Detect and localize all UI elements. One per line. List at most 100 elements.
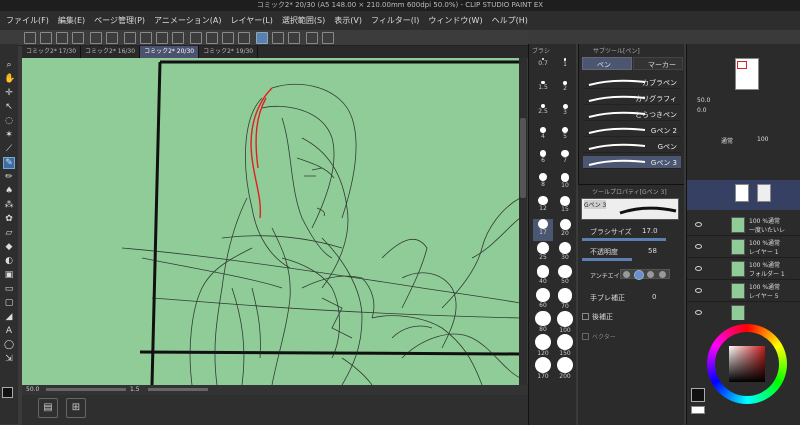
correction-icon[interactable]: ⇲ (4, 354, 14, 364)
brush-size-40[interactable]: 40 (533, 265, 553, 287)
brush-icon[interactable]: ♠ (4, 186, 14, 196)
layer-row[interactable]: 100 %通常 一度いたいレ (687, 214, 800, 236)
brush-size-1.5[interactable]: 1.5 (533, 81, 553, 103)
wand-icon[interactable]: ✶ (4, 130, 14, 140)
brush-item[interactable]: カブラペン (583, 76, 681, 89)
airbrush-icon[interactable]: ⁂ (4, 200, 14, 210)
main-color-chip[interactable] (691, 388, 705, 402)
angle-slider[interactable] (148, 388, 208, 391)
zoom-slider[interactable] (46, 388, 126, 391)
tab-page-19[interactable]: コミック2* 19/30 (199, 46, 259, 58)
brush-size-3[interactable]: 3 (555, 104, 575, 126)
eraser-icon[interactable]: ▱ (4, 228, 14, 238)
antialias-selector[interactable] (620, 269, 670, 280)
vector-checkbox[interactable] (582, 333, 589, 340)
decoration-icon[interactable]: ✿ (4, 214, 14, 224)
page-layout-icon[interactable]: ▤ (38, 398, 58, 418)
undo-icon[interactable] (90, 32, 102, 44)
open-icon[interactable] (40, 32, 52, 44)
brush-size-7[interactable]: 7 (555, 150, 575, 172)
balloon-icon[interactable]: ◯ (4, 340, 14, 350)
navigator-zoom[interactable]: 50.0 (697, 97, 710, 104)
layer-row[interactable]: 100 %通常 レイヤー 1 (687, 236, 800, 258)
brush-size-15[interactable]: 15 (555, 196, 575, 218)
tab-page-16[interactable]: コミック2* 16/30 (81, 46, 141, 58)
hand-icon[interactable]: ✋ (4, 74, 15, 84)
zoom-icon[interactable]: ⌕ (4, 60, 14, 70)
menu-animation[interactable]: アニメーション(A) (154, 15, 221, 26)
snap-icon[interactable] (190, 32, 202, 44)
tab-marker[interactable]: マーカー (633, 57, 683, 70)
brush-size-0.7[interactable]: 0.7 (533, 58, 553, 80)
stabilizer-icon-3[interactable] (288, 32, 300, 44)
brush-item[interactable]: Gペン 3 (583, 156, 681, 169)
layer-row[interactable]: 100 %通常 レイヤー 5 (687, 280, 800, 302)
brush-size-150[interactable]: 150 (555, 334, 575, 357)
view-icon[interactable] (322, 32, 334, 44)
brush-size-4[interactable]: 4 (533, 127, 553, 149)
main-color-swatch[interactable] (2, 387, 18, 403)
menu-file[interactable]: ファイル(F) (6, 15, 49, 26)
brush-size-120[interactable]: 120 (533, 334, 553, 357)
brush-size-1[interactable]: 1 (555, 58, 575, 80)
layer-opacity-value[interactable]: 100 (757, 136, 768, 143)
brush-size-170[interactable]: 170 (533, 357, 553, 380)
eye-icon[interactable] (695, 244, 702, 249)
pen-icon[interactable]: ✎ (3, 157, 15, 169)
page-view-icon[interactable]: ⊞ (66, 398, 86, 418)
brush-size-60[interactable]: 60 (533, 288, 553, 310)
stabilizer-icon-2[interactable] (272, 32, 284, 44)
brush-size-17[interactable]: 17 (533, 219, 553, 241)
menu-layer[interactable]: レイヤー(L) (230, 15, 272, 26)
tab-page-17[interactable]: コミック2* 17/30 (22, 46, 82, 58)
deselect-icon[interactable] (124, 32, 136, 44)
brush-size-8[interactable]: 8 (533, 173, 553, 195)
eye-icon[interactable] (695, 266, 702, 271)
clear-icon[interactable] (140, 32, 152, 44)
menu-window[interactable]: ウィンドウ(W) (428, 15, 482, 26)
opacity-slider[interactable] (582, 258, 632, 261)
eyedropper-icon[interactable]: ⟋ (4, 144, 14, 154)
sub-color-chip[interactable] (691, 406, 705, 414)
opacity-value[interactable]: 58 (648, 247, 657, 255)
brush-item[interactable]: Gペン 2 (583, 124, 681, 137)
brush-size-6[interactable]: 6 (533, 150, 553, 172)
brush-size-2[interactable]: 2 (555, 81, 575, 103)
angle-value[interactable]: 1.5 (130, 385, 140, 395)
menu-view[interactable]: 表示(V) (334, 15, 362, 26)
menu-filter[interactable]: フィルター(I) (371, 15, 419, 26)
brush-size-2.5[interactable]: 2.5 (533, 104, 553, 126)
zoom-value[interactable]: 50.0 (26, 385, 39, 395)
brush-size-value[interactable]: 17.0 (642, 227, 658, 235)
brush-item[interactable]: カリグラフィ (583, 92, 681, 105)
gradient-icon[interactable]: ▣ (4, 270, 14, 280)
canvas-scrollbar[interactable] (519, 58, 527, 385)
brush-size-slider[interactable] (582, 238, 666, 241)
fill-icon[interactable] (156, 32, 168, 44)
stabilizer-icon-1[interactable] (256, 32, 268, 44)
text-icon[interactable]: A (4, 326, 14, 336)
lock-icon[interactable] (306, 32, 318, 44)
figure-icon[interactable]: ▭ (4, 284, 14, 294)
save-icon[interactable] (56, 32, 68, 44)
brush-item[interactable]: Gペン (583, 140, 681, 153)
redo-icon[interactable] (106, 32, 118, 44)
blend-mode-select[interactable]: 通常 (721, 136, 733, 145)
eye-icon[interactable] (695, 310, 702, 315)
lasso-icon[interactable]: ◌ (4, 116, 14, 126)
tab-page-20[interactable]: コミック2* 20/30 (140, 46, 200, 58)
brush-size-30[interactable]: 30 (555, 242, 575, 264)
hand-correction-value[interactable]: 0 (652, 293, 656, 301)
transform-icon[interactable] (172, 32, 184, 44)
brush-item[interactable]: とらつきペン (583, 108, 681, 121)
brush-size-12[interactable]: 12 (533, 196, 553, 218)
new-icon[interactable] (24, 32, 36, 44)
brush-size-50[interactable]: 50 (555, 265, 575, 287)
eye-icon[interactable] (695, 222, 702, 227)
menu-help[interactable]: ヘルプ(H) (492, 15, 528, 26)
menu-selection[interactable]: 選択範囲(S) (282, 15, 325, 26)
pencil-icon[interactable]: ✏ (4, 172, 14, 182)
navigator-angle[interactable]: 0.0 (697, 107, 707, 114)
eye-icon[interactable] (695, 288, 702, 293)
export-icon[interactable] (72, 32, 84, 44)
